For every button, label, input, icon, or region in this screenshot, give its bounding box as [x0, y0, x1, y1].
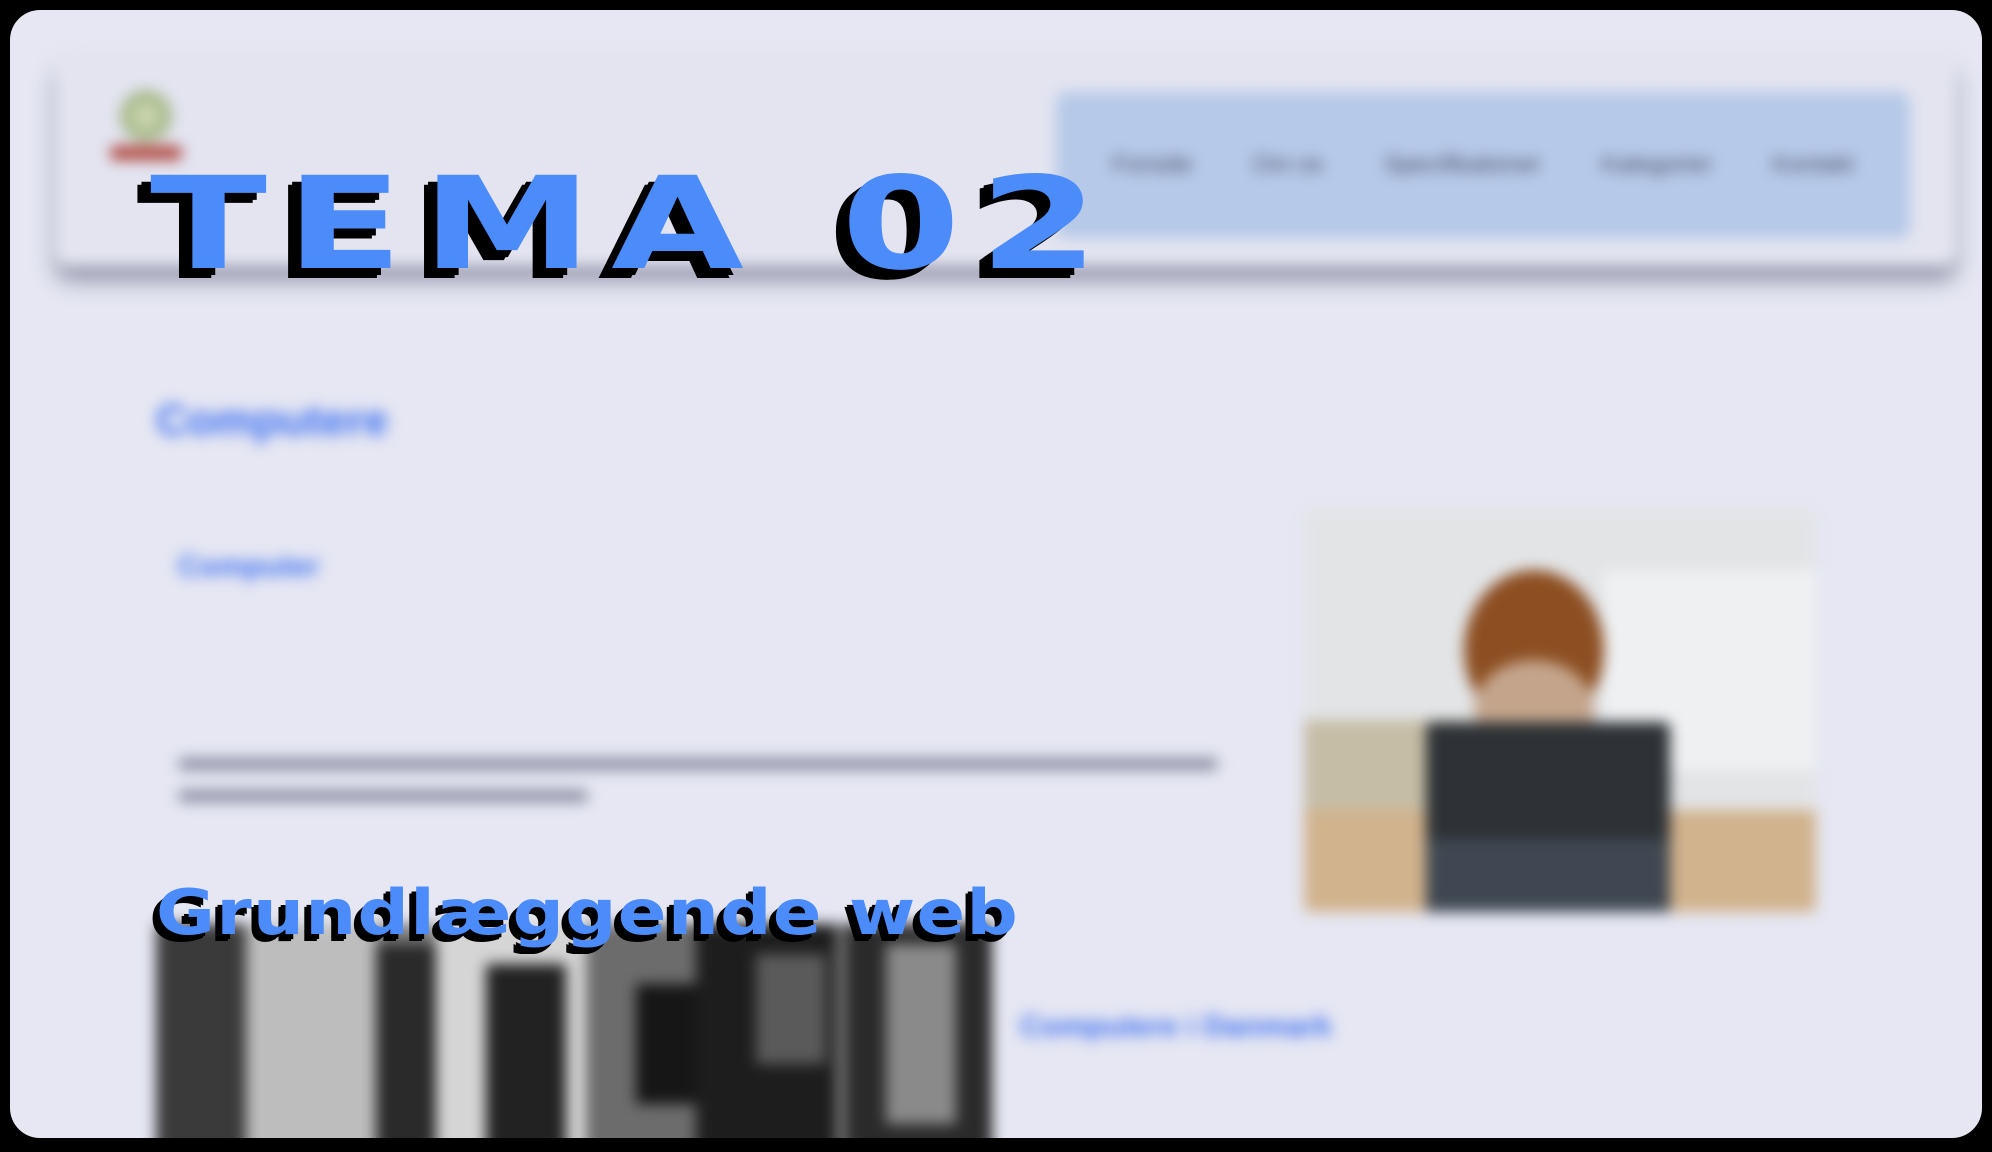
section-link[interactable]: Computer: [178, 550, 320, 584]
overlay-title: TEMA 02: [150, 150, 1118, 299]
page-heading: Computere: [156, 396, 389, 445]
body-text: [178, 752, 1238, 825]
main-navigation: Forside Om os Specifikationer Kategorier…: [1056, 92, 1910, 238]
nav-item-1[interactable]: Forside: [1112, 151, 1192, 179]
photo-black-white: [156, 924, 992, 1138]
nav-item-4[interactable]: Kategorier: [1601, 151, 1712, 179]
nav-item-3[interactable]: Specifikationer: [1384, 151, 1541, 179]
blurred-website-screenshot: Forside Om os Specifikationer Kategorier…: [10, 10, 1982, 1138]
photo-person-laptop: [1304, 510, 1816, 912]
nav-item-5[interactable]: Kontakt: [1772, 151, 1853, 179]
overlay-subtitle: Grundlæggende web: [156, 876, 1020, 949]
nav-item-2[interactable]: Om os: [1253, 151, 1324, 179]
bottom-link[interactable]: Computere i Danmark: [1020, 1010, 1332, 1044]
